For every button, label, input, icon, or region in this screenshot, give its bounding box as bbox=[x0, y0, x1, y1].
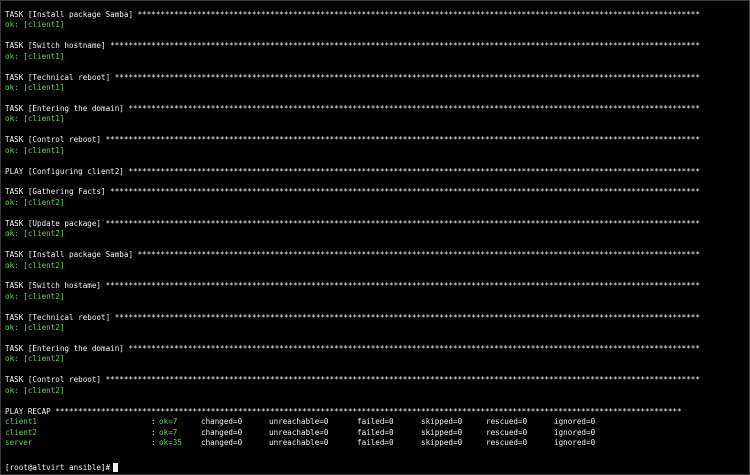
recap-row: server: ok=35 changed=0 unreachable=0 failed… bbox=[5, 438, 749, 448]
recap-ignored: ignored=0 bbox=[554, 417, 596, 427]
recap-host: client2 bbox=[5, 427, 38, 437]
recap-ok: ok=7 bbox=[159, 427, 178, 437]
task-header-line: TASK [Install package Samba] ***********… bbox=[5, 250, 700, 260]
shell-prompt-line[interactable]: [root@altvirt ansible]# bbox=[5, 462, 119, 473]
recap-ok: ok=7 bbox=[159, 417, 178, 427]
task-status-line: ok: [client1] bbox=[5, 83, 65, 93]
recap-row: client1: ok=7 changed=0 unreachable=0 failed… bbox=[5, 417, 749, 427]
recap-rescued: rescued=0 bbox=[486, 437, 528, 447]
recap-ignored: ignored=0 bbox=[554, 427, 596, 437]
recap-changed: changed=0 bbox=[201, 437, 243, 447]
task-header-line: TASK [Update package] ******************… bbox=[5, 218, 700, 228]
recap-ok: ok=35 bbox=[159, 437, 182, 447]
task-header-line: TASK [Entering the domain] *************… bbox=[5, 344, 700, 353]
task-status-line: ok: [client2] bbox=[5, 385, 65, 395]
recap-skipped: skipped=0 bbox=[421, 437, 463, 447]
task-status-line: ok: [client1] bbox=[5, 20, 65, 30]
recap-changed: changed=0 bbox=[201, 427, 243, 437]
task-header-line: TASK [Gathering Facts] *****************… bbox=[5, 187, 700, 197]
task-header-line: PLAY [Configuring client2] *************… bbox=[5, 166, 700, 176]
task-header-line: TASK [Switch hostname] *****************… bbox=[5, 41, 700, 51]
recap-host: client1 bbox=[5, 417, 38, 427]
recap-failed: failed=0 bbox=[357, 427, 394, 437]
task-header-line: TASK [Entering the domain] *************… bbox=[5, 103, 700, 113]
recap-host: server bbox=[5, 437, 33, 447]
task-header-line: TASK [Install package Samba] ***********… bbox=[5, 10, 700, 19]
recap-colon: : bbox=[151, 437, 156, 447]
recap-colon: : bbox=[151, 417, 156, 427]
task-status-line: ok: [client2] bbox=[5, 354, 65, 364]
task-status-line: ok: [client2] bbox=[5, 229, 65, 239]
recap-unreachable: unreachable=0 bbox=[269, 437, 329, 447]
recap-row: client2: ok=7 changed=0 unreachable=0 failed… bbox=[5, 428, 749, 438]
task-header-line: PLAY RECAP *****************************… bbox=[5, 406, 682, 416]
task-status-line: ok: [client2] bbox=[5, 260, 65, 270]
task-status-line: ok: [client2] bbox=[5, 323, 65, 333]
task-status-line: ok: [client1] bbox=[5, 114, 65, 124]
task-status-line: ok: [client2] bbox=[5, 291, 65, 301]
recap-colon: : bbox=[151, 427, 156, 437]
task-status-line: ok: [client2] bbox=[5, 197, 65, 207]
task-header-line: TASK [Control reboot] ******************… bbox=[5, 135, 700, 145]
recap-skipped: skipped=0 bbox=[421, 427, 463, 437]
task-status-line: ok: [client1] bbox=[5, 145, 65, 155]
recap-unreachable: unreachable=0 bbox=[269, 427, 329, 437]
text-cursor bbox=[113, 463, 119, 472]
task-header-line: TASK [Control reboot] ******************… bbox=[5, 375, 700, 385]
terminal-window[interactable]: TASK [Install package Samba] ***********… bbox=[0, 0, 750, 475]
recap-skipped: skipped=0 bbox=[421, 417, 463, 427]
task-status-line: ok: [client1] bbox=[5, 51, 65, 61]
recap-ignored: ignored=0 bbox=[554, 437, 596, 447]
recap-rescued: rescued=0 bbox=[486, 417, 528, 427]
terminal-output: TASK [Install package Samba] ***********… bbox=[5, 10, 749, 448]
shell-prompt: [root@altvirt ansible]# bbox=[5, 463, 111, 472]
recap-unreachable: unreachable=0 bbox=[269, 417, 329, 427]
recap-changed: changed=0 bbox=[201, 417, 243, 427]
task-header-line: TASK [Technical reboot] ****************… bbox=[5, 72, 700, 82]
recap-failed: failed=0 bbox=[357, 417, 394, 427]
recap-rescued: rescued=0 bbox=[486, 427, 528, 437]
task-header-line: TASK [Switch hostame] ******************… bbox=[5, 281, 700, 291]
recap-failed: failed=0 bbox=[357, 437, 394, 447]
task-header-line: TASK [Technical reboot] ****************… bbox=[5, 312, 700, 322]
